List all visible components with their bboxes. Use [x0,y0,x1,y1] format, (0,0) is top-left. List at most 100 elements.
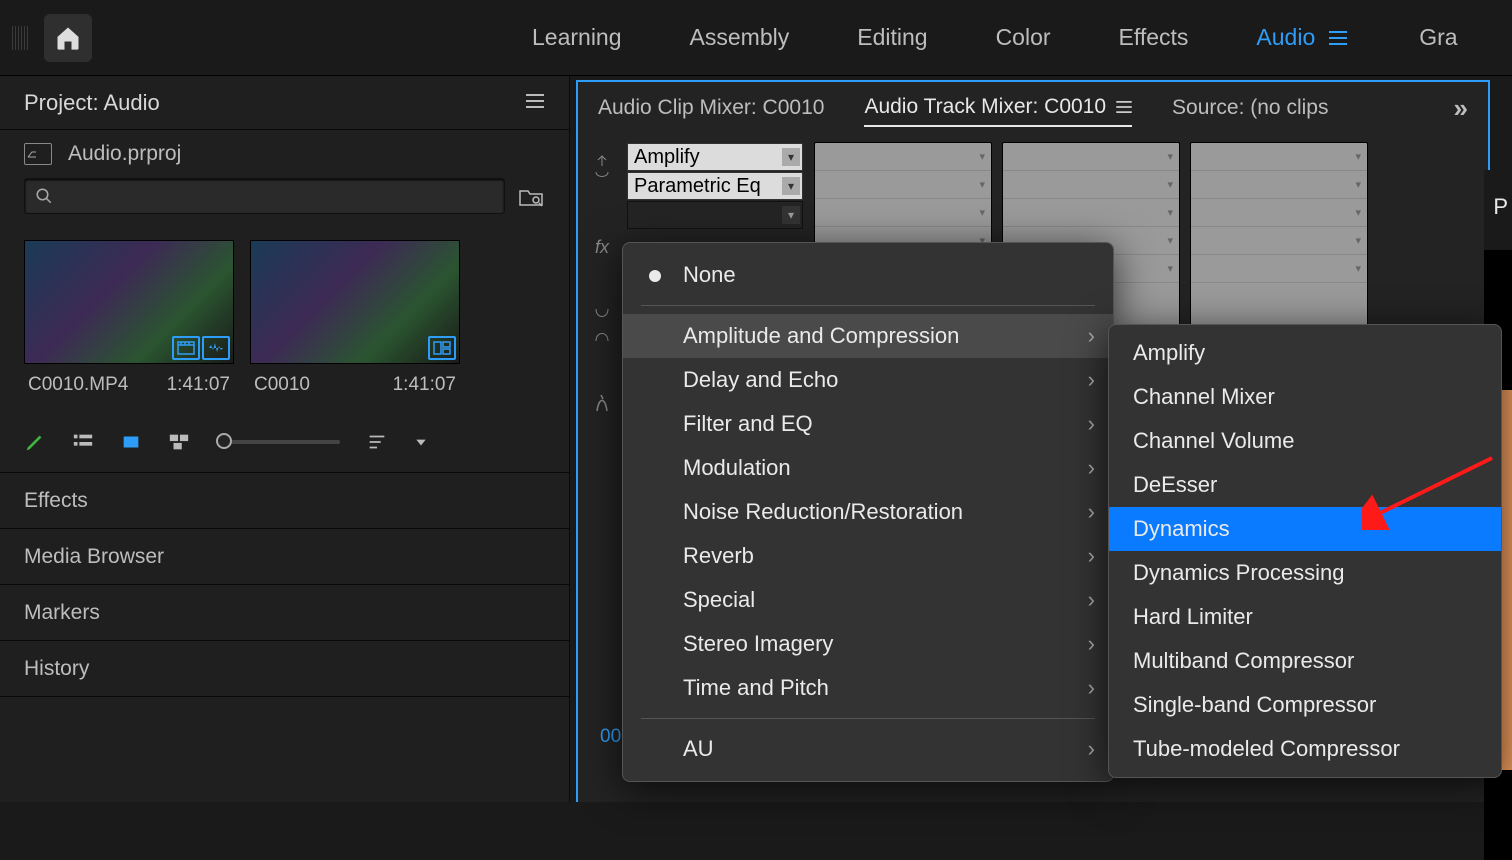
sort-dropdown-icon[interactable] [414,435,428,449]
fx-dynamics-processing[interactable]: Dynamics Processing [1109,551,1501,595]
project-up-icon[interactable] [24,143,52,165]
workspace-graphics[interactable]: Gra [1419,24,1457,51]
chevron-right-icon: › [1088,499,1095,525]
tabs-overflow-icon[interactable]: » [1454,93,1468,124]
fx-amplify[interactable]: Amplify [1109,331,1501,375]
fx-cat-noise[interactable]: Noise Reduction/Restoration› [623,490,1113,534]
workspace-learning[interactable]: Learning [532,24,622,51]
list-view-icon[interactable] [72,431,94,453]
fx-cat-reverb[interactable]: Reverb› [623,534,1113,578]
video-badge-icon [172,336,200,360]
icon-view-icon[interactable] [120,431,142,453]
fx-cat-delay[interactable]: Delay and Echo› [623,358,1113,402]
fx-dynamics[interactable]: Dynamics [1109,507,1501,551]
workspace-color[interactable]: Color [996,24,1051,51]
zoom-slider[interactable] [216,440,340,444]
fx-slot[interactable]: ▾ [1191,199,1367,227]
workspace-assembly[interactable]: Assembly [690,24,790,51]
tab-source[interactable]: Source: (no clips [1172,96,1328,120]
fx-slot-0[interactable]: Amplify▾ [627,143,803,171]
fx-slot[interactable]: ▾ [1191,171,1367,199]
fx-cat-stereo[interactable]: Stereo Imagery › [623,622,1113,666]
bin-name: C0010.MP4 [28,374,128,396]
dropdown-icon[interactable]: ▾ [782,206,800,224]
bin-item-0[interactable]: C0010.MP4 1:41:07 [24,240,234,396]
zoom-slider-knob[interactable] [216,433,232,449]
fx-cat-filter[interactable]: Filter and EQ› [623,402,1113,446]
fx-tube-compressor[interactable]: Tube-modeled Compressor [1109,727,1501,771]
fx-slot[interactable]: ▾ [1191,143,1367,171]
chevron-right-icon: › [1088,323,1095,349]
fx-channel-mixer[interactable]: Channel Mixer [1109,375,1501,419]
freeform-view-icon[interactable] [168,431,190,453]
fx-slot[interactable]: ▾ [1003,199,1179,227]
sort-icon[interactable] [366,431,388,453]
home-button[interactable] [44,14,92,62]
fx-cat-time[interactable]: Time and Pitch› [623,666,1113,710]
chevron-right-icon: › [1088,587,1095,613]
menu-label: Stereo Imagery [683,631,833,657]
chevron-right-icon: › [1088,631,1095,657]
fx-none[interactable]: None [623,253,1113,297]
bin-duration: 1:41:07 [393,374,456,396]
menu-label: Reverb [683,543,754,569]
fx-cat-modulation[interactable]: Modulation› [623,446,1113,490]
panel-history[interactable]: History [0,641,569,697]
home-icon [54,24,82,52]
fx-cat-amplitude[interactable]: Amplitude and Compression › [623,314,1113,358]
new-bin-button[interactable] [517,182,545,210]
fx-slot-2[interactable]: ▾ [627,201,803,229]
fx-singleband-compressor[interactable]: Single-band Compressor [1109,683,1501,727]
fx-category-menu: None Amplitude and Compression › Delay an… [622,242,1114,782]
bin-name: C0010 [254,374,310,396]
dropdown-icon[interactable]: ▾ [782,177,800,195]
fx-channel-volume[interactable]: Channel Volume [1109,419,1501,463]
panel-effects[interactable]: Effects [0,473,569,529]
project-search[interactable] [24,178,505,214]
folder-search-icon [518,185,544,207]
workspace-menu-icon[interactable] [1329,24,1347,51]
fx-slot[interactable]: ▾ [815,143,991,171]
fx-hard-limiter[interactable]: Hard Limiter [1109,595,1501,639]
tab-track-mixer[interactable]: Audio Track Mixer: C0010 [864,95,1132,127]
workspace-audio[interactable]: Audio [1256,24,1347,51]
menu-divider [641,718,1095,719]
project-panel-title: Project: Audio [24,90,160,116]
tab-menu-icon[interactable] [1116,101,1132,113]
timecode: 00 [600,726,621,748]
tab-clip-mixer[interactable]: Audio Clip Mixer: C0010 [598,96,824,120]
fx-slot[interactable]: ▾ [1191,255,1367,283]
fx-cat-au[interactable]: AU› [623,727,1113,771]
menu-label: Modulation [683,455,791,481]
window-grip [12,26,30,50]
workspace-editing[interactable]: Editing [857,24,927,51]
thumbnail [250,240,460,364]
fx-slot[interactable]: ▾ [1191,227,1367,255]
menu-label: Amplitude and Compression [683,323,959,349]
fx-slot-1[interactable]: Parametric Eq ▾ [627,172,803,200]
tab-track-mixer-label: Audio Track Mixer: C0010 [864,95,1106,119]
fx-deesser[interactable]: DeEsser [1109,463,1501,507]
bin-item-1[interactable]: C0010 1:41:07 [250,240,460,396]
workspace-effects[interactable]: Effects [1119,24,1189,51]
menu-divider [641,305,1095,306]
menu-label: Filter and EQ [683,411,813,437]
dropdown-icon[interactable]: ▾ [782,148,800,166]
fx-slot[interactable]: ▾ [1003,143,1179,171]
sequence-badge-icon [428,336,456,360]
workspace-audio-label: Audio [1256,24,1315,51]
fx-slot[interactable]: ▾ [815,199,991,227]
panel-menu-icon[interactable] [525,91,545,114]
fx-slot-label: Parametric Eq [634,175,761,198]
program-panel-letter: P [1493,194,1508,220]
fx-multiband-compressor[interactable]: Multiband Compressor [1109,639,1501,683]
fx-slot[interactable]: ▾ [815,171,991,199]
fx-slot[interactable]: ▾ [1003,171,1179,199]
panel-markers[interactable]: Markers [0,585,569,641]
panel-media-browser[interactable]: Media Browser [0,529,569,585]
automation-rail-icon [593,382,611,424]
pencil-icon[interactable] [24,431,46,453]
fx-cat-special[interactable]: Special› [623,578,1113,622]
audio-badge-icon [202,336,230,360]
menu-label: AU [683,736,714,762]
